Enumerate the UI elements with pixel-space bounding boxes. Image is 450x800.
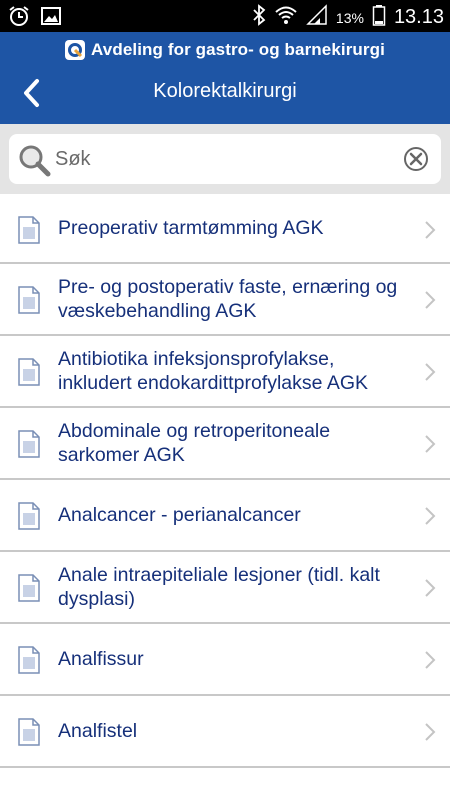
chevron-right-icon (425, 579, 436, 597)
app-header: Avdeling for gastro- og barnekirurgi Kol… (0, 32, 450, 124)
document-icon (18, 216, 40, 244)
page-title: Kolorektalkirurgi (153, 80, 297, 102)
chevron-right-icon (425, 363, 436, 381)
chevron-right-icon (425, 723, 436, 741)
signal-icon (306, 4, 328, 31)
list-item-label: Antibiotika infeksjonsprofylakse, inklud… (58, 348, 369, 394)
list-item[interactable]: Analfissur (0, 624, 450, 696)
chevron-right-icon (425, 221, 436, 239)
status-bar: 13% 13.13 (0, 0, 450, 32)
list-item[interactable]: Preoperativ tarmtømming AGK (0, 194, 450, 264)
wifi-icon (274, 4, 298, 31)
chevron-right-icon (425, 435, 436, 453)
document-icon (18, 358, 40, 386)
list-item-label: Analcancer - perianalcancer (58, 504, 301, 526)
clear-search-icon[interactable] (403, 146, 429, 172)
list-item-label: Abdominale og retroperitoneale sarkomer … (58, 420, 331, 466)
search-icon (19, 145, 51, 177)
list-item[interactable]: Pre- og postoperativ faste, ernæring og … (0, 264, 450, 336)
list-item[interactable]: Anale intraepiteliale lesjoner (tidl. ka… (0, 552, 450, 624)
list-item[interactable]: Analcancer - perianalcancer (0, 480, 450, 552)
alarm-icon (8, 5, 30, 32)
battery-percentage: 13% (335, 9, 364, 26)
chevron-right-icon (425, 291, 436, 309)
document-icon (18, 574, 40, 602)
image-icon (40, 5, 62, 32)
chevron-right-icon (425, 651, 436, 669)
document-icon (18, 718, 40, 746)
clock: 13.13 (393, 6, 444, 28)
list-item[interactable]: Antibiotika infeksjonsprofylakse, inklud… (0, 336, 450, 408)
document-icon (18, 430, 40, 458)
chevron-right-icon (425, 507, 436, 525)
search-input[interactable] (55, 142, 395, 176)
org-title: Avdeling for gastro- og barnekirurgi (91, 40, 385, 59)
list-item[interactable]: Analfistel (0, 696, 450, 768)
list-item-label: Analfissur (58, 648, 144, 670)
search-bar (0, 124, 450, 194)
list-item-label: Pre- og postoperativ faste, ernæring og … (58, 276, 398, 322)
document-list: Preoperativ tarmtømming AGK Pre- og post… (0, 194, 450, 768)
org-logo-icon (65, 40, 86, 60)
list-item[interactable]: Abdominale og retroperitoneale sarkomer … (0, 408, 450, 480)
document-icon (18, 286, 40, 314)
document-icon (18, 646, 40, 674)
search-box[interactable] (9, 134, 441, 184)
list-item-label: Preoperativ tarmtømming AGK (58, 217, 324, 239)
list-item-label: Anale intraepiteliale lesjoner (tidl. ka… (58, 564, 380, 610)
org-row: Avdeling for gastro- og barnekirurgi (0, 38, 450, 62)
list-item-label: Analfistel (58, 720, 138, 742)
document-icon (18, 502, 40, 530)
battery-icon (372, 4, 386, 31)
bluetooth-icon (252, 4, 266, 31)
